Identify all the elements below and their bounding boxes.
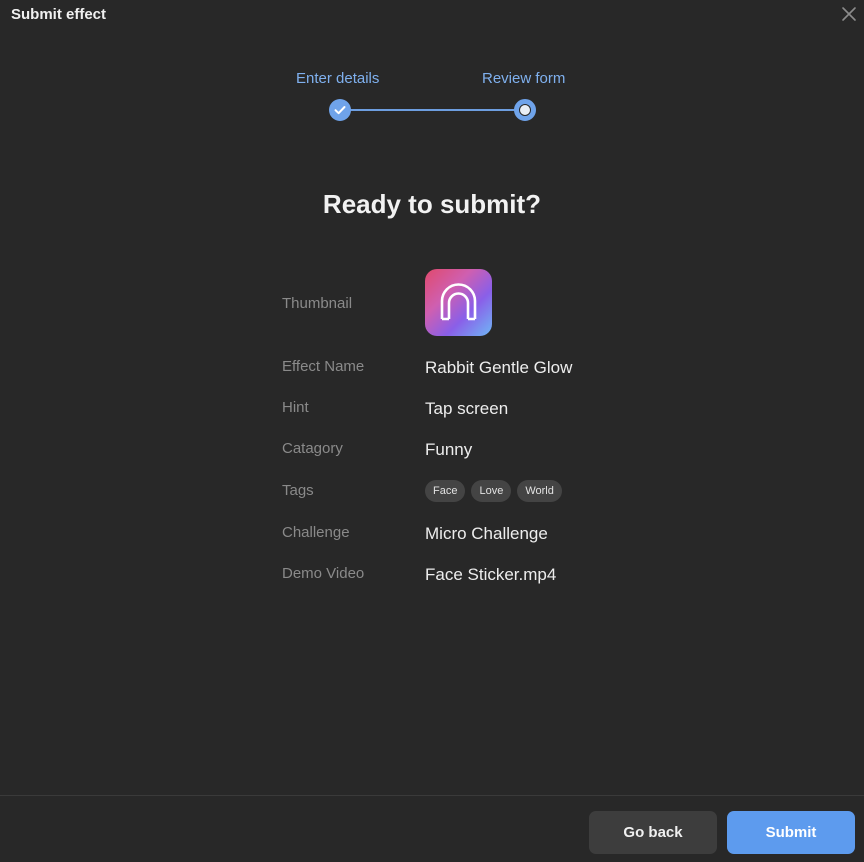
category-value: Funny bbox=[425, 440, 473, 459]
close-icon[interactable] bbox=[840, 5, 858, 23]
dialog-title: Submit effect bbox=[11, 6, 107, 23]
arch-icon bbox=[440, 283, 477, 321]
challenge-value: Micro Challenge bbox=[425, 524, 548, 543]
step-connector bbox=[350, 109, 516, 111]
tags-list: Face Love World bbox=[425, 480, 562, 502]
effect-name-label: Effect Name bbox=[282, 358, 365, 375]
page-heading: Ready to submit? bbox=[322, 189, 542, 219]
step-done-check-icon[interactable] bbox=[329, 99, 351, 121]
tag-chip: World bbox=[517, 480, 562, 502]
tag-chip: Love bbox=[471, 480, 512, 502]
demo-video-label: Demo Video bbox=[282, 565, 365, 582]
tag-chip: Face bbox=[425, 480, 466, 502]
step-label-enter-details[interactable]: Enter details bbox=[296, 70, 379, 87]
step-current-indicator[interactable] bbox=[514, 99, 536, 121]
hint-value: Tap screen bbox=[425, 399, 509, 418]
footer-divider bbox=[0, 795, 864, 796]
demo-video-value: Face Sticker.mp4 bbox=[425, 565, 557, 584]
step-label-review-form[interactable]: Review form bbox=[482, 70, 565, 87]
effect-thumbnail bbox=[425, 269, 492, 336]
challenge-label: Challenge bbox=[282, 524, 350, 541]
tags-label: Tags bbox=[282, 482, 314, 499]
go-back-button[interactable]: Go back bbox=[589, 811, 717, 854]
category-label: Catagory bbox=[282, 440, 343, 457]
effect-name-value: Rabbit Gentle Glow bbox=[425, 358, 573, 377]
submit-button[interactable]: Submit bbox=[727, 811, 855, 854]
hint-label: Hint bbox=[282, 399, 309, 416]
thumbnail-label: Thumbnail bbox=[282, 295, 353, 312]
